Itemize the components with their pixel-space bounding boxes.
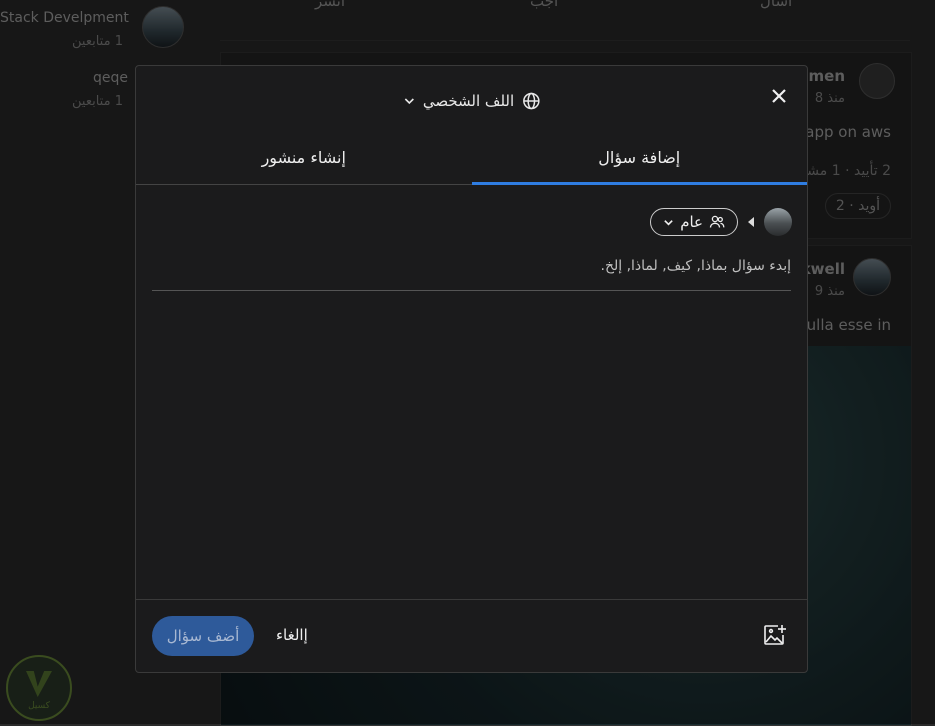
- audience-label: عام: [680, 213, 703, 231]
- avatar: [764, 208, 792, 236]
- globe-icon: [522, 92, 540, 110]
- chevron-down-icon: [404, 98, 414, 105]
- modal-header: اللف الشخصي: [136, 66, 807, 136]
- modal-tabs: إضافة سؤال إنشاء منشور: [136, 136, 807, 185]
- cancel-button[interactable]: إالغاء: [276, 626, 308, 644]
- add-question-modal: اللف الشخصي إضافة سؤال إنشاء منشور عام إ…: [135, 65, 808, 673]
- question-input[interactable]: إبدء سؤال بماذا, كيف, لماذا, إلخ.: [152, 258, 791, 291]
- audience-selector[interactable]: عام: [650, 208, 738, 236]
- caret-left-icon: [748, 217, 754, 227]
- add-image-icon[interactable]: [763, 624, 787, 646]
- modal-footer: إالغاء أضف سؤال: [136, 599, 807, 672]
- close-icon[interactable]: [769, 86, 789, 106]
- profile-label: اللف الشخصي: [422, 92, 515, 110]
- tab-create-post[interactable]: إنشاء منشور: [136, 136, 472, 184]
- add-question-button[interactable]: أضف سؤال: [152, 616, 254, 656]
- profile-selector[interactable]: اللف الشخصي: [403, 92, 540, 110]
- tab-add-question[interactable]: إضافة سؤال: [471, 136, 808, 185]
- people-icon: [709, 215, 725, 228]
- chevron-down-icon: [664, 219, 673, 226]
- audience-row: عام: [650, 208, 792, 236]
